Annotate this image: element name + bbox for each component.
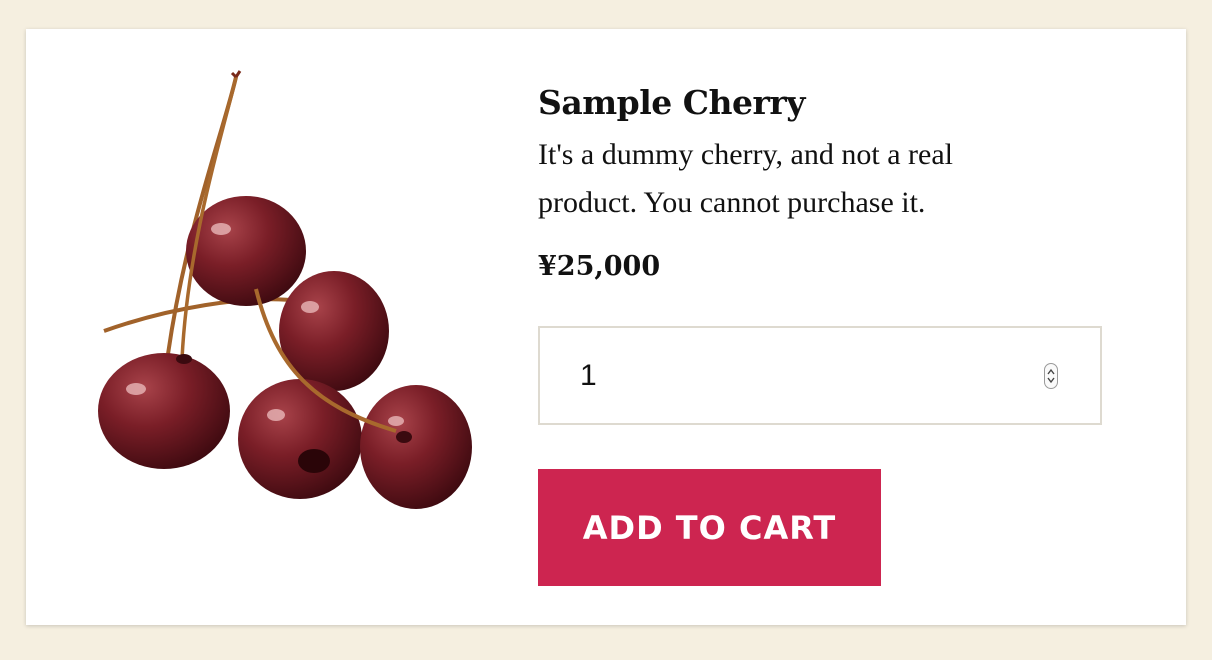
product-card: Sample Cherry It's a dummy cherry, and n… xyxy=(26,29,1186,625)
product-info: Sample Cherry It's a dummy cherry, and n… xyxy=(538,81,1118,586)
quantity-stepper[interactable] xyxy=(1044,363,1058,389)
quantity-field[interactable] xyxy=(538,326,1102,425)
add-to-cart-button[interactable]: ADD TO CART xyxy=(538,469,881,586)
product-price: ¥25,000 xyxy=(538,251,661,282)
product-description: It's a dummy cherry, and not a real prod… xyxy=(538,138,953,219)
product-title: Sample Cherry xyxy=(538,83,805,122)
product-image xyxy=(96,69,476,509)
cherries-image xyxy=(98,70,472,509)
quantity-input[interactable] xyxy=(540,328,1020,423)
stepper-arrows-icon xyxy=(1047,368,1055,384)
